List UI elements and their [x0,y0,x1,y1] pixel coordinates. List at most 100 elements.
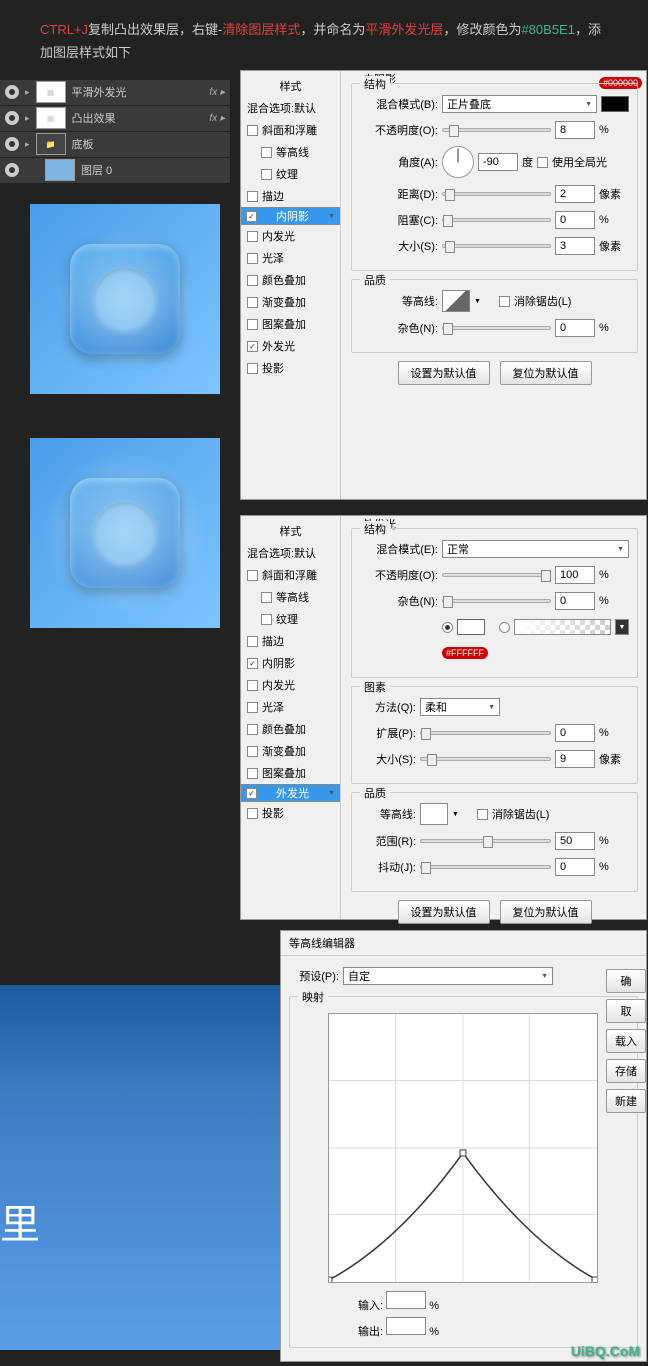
noise-slider[interactable] [442,326,551,330]
color-radio[interactable] [442,622,453,633]
blend-select[interactable]: 正片叠底 [442,95,597,113]
spread-input[interactable]: 0 [555,724,595,742]
visibility-icon[interactable] [5,111,19,125]
btn-save[interactable]: 存储 [606,1059,646,1083]
noise-input[interactable]: 0 [555,592,595,610]
antialias-checkbox[interactable] [499,296,510,307]
opacity-input[interactable]: 8 [555,121,595,139]
layer-row[interactable]: ▸ ▦ 凸出效果 fx ▸ [0,106,230,132]
antialias-checkbox[interactable] [477,809,488,820]
layer-row[interactable]: ▸ 📁 底板 [0,132,230,158]
btn-cancel[interactable]: 取 [606,999,646,1023]
btn-load[interactable]: 载入 [606,1029,646,1053]
group-quality: 品质 [360,785,390,801]
opacity-slider[interactable] [442,128,551,132]
choke-input[interactable]: 0 [555,211,595,229]
size-input[interactable]: 3 [555,237,595,255]
method-select[interactable]: 柔和 [420,698,500,716]
style-texture[interactable]: 纹理 [241,163,340,185]
contour-editor-dialog: 等高线编辑器 预设(P):自定 映射 输入: % 输出: % 确 取 载入 [280,930,647,1362]
expand-icon[interactable]: ▸ [25,139,30,150]
angle-dial[interactable] [442,146,474,178]
gradient-dropdown[interactable] [615,619,629,635]
style-outer-glow[interactable]: 外发光 [241,335,340,357]
global-light-checkbox[interactable] [537,157,548,168]
contour-picker[interactable] [420,803,448,825]
range-slider[interactable] [420,839,551,843]
layer-row[interactable]: 图层 0 [0,158,230,184]
style-inner-shadow[interactable]: 内阴影 [241,207,340,225]
style-gradient-overlay[interactable]: 渐变叠加 [241,291,340,313]
gradient-picker[interactable] [514,619,611,635]
style-inner-glow[interactable]: 内发光 [241,674,340,696]
color-swatch[interactable] [457,619,485,635]
preset-select[interactable]: 自定 [343,967,553,985]
contour-label: 等高线: [360,293,438,309]
btn-new[interactable]: 新建 [606,1089,646,1113]
style-bevel[interactable]: 斜面和浮雕 [241,564,340,586]
output-value[interactable] [386,1317,426,1335]
style-texture[interactable]: 纹理 [241,608,340,630]
style-blend-options[interactable]: 混合选项:默认 [241,97,340,119]
inner-shadow-panel: 内阴影 结构 混合模式(B):正片叠底 不透明度(O):8% 角度(A):-90… [347,71,646,393]
style-gradient-overlay[interactable]: 渐变叠加 [241,740,340,762]
style-contour[interactable]: 等高线 [241,141,340,163]
layer-name: 图层 0 [81,162,112,178]
jitter-label: 抖动(J): [360,859,416,875]
layer-thumb: ▦ [36,81,66,103]
style-stroke[interactable]: 描边 [241,185,340,207]
btn-make-default[interactable]: 设置为默认值 [398,361,490,385]
style-drop-shadow[interactable]: 投影 [241,802,340,824]
color-swatch[interactable] [601,96,629,112]
style-satin[interactable]: 光泽 [241,247,340,269]
style-inner-glow[interactable]: 内发光 [241,225,340,247]
visibility-icon[interactable] [5,137,19,151]
visibility-icon[interactable] [5,85,19,99]
style-drop-shadow[interactable]: 投影 [241,357,340,379]
btn-reset-default[interactable]: 复位为默认值 [500,361,592,385]
style-inner-shadow[interactable]: 内阴影 [241,652,340,674]
expand-icon[interactable]: ▸ [25,113,30,124]
noise-input[interactable]: 0 [555,319,595,337]
size-label: 大小(S): [360,238,438,254]
style-color-overlay[interactable]: 颜色叠加 [241,269,340,291]
noise-slider[interactable] [442,599,551,603]
contour-picker[interactable] [442,290,470,312]
angle-input[interactable]: -90 [478,153,518,171]
fx-indicator[interactable]: fx ▸ [209,87,225,98]
fx-indicator[interactable]: fx ▸ [209,113,225,124]
blend-select[interactable]: 正常 [442,540,629,558]
distance-slider[interactable] [442,192,551,196]
btn-reset-default[interactable]: 复位为默认值 [500,900,592,924]
style-satin[interactable]: 光泽 [241,696,340,718]
style-bevel[interactable]: 斜面和浮雕 [241,119,340,141]
jitter-input[interactable]: 0 [555,858,595,876]
visibility-icon[interactable] [5,163,19,177]
style-blend-options[interactable]: 混合选项:默认 [241,542,340,564]
opacity-input[interactable]: 100 [555,566,595,584]
preset-label: 预设(P): [289,968,339,984]
style-color-overlay[interactable]: 颜色叠加 [241,718,340,740]
layer-row[interactable]: ▸ ▦ 平滑外发光 fx ▸ [0,80,230,106]
size-slider[interactable] [420,757,551,761]
style-stroke[interactable]: 描边 [241,630,340,652]
spread-slider[interactable] [420,731,551,735]
expand-icon[interactable]: ▸ [25,87,30,98]
input-value[interactable] [386,1291,426,1309]
size-slider[interactable] [442,244,551,248]
btn-ok[interactable]: 确 [606,969,646,993]
style-contour[interactable]: 等高线 [241,586,340,608]
jitter-slider[interactable] [420,865,551,869]
style-pattern-overlay[interactable]: 图案叠加 [241,762,340,784]
opacity-slider[interactable] [442,573,551,577]
style-pattern-overlay[interactable]: 图案叠加 [241,313,340,335]
layer-thumb: ▦ [36,107,66,129]
btn-make-default[interactable]: 设置为默认值 [398,900,490,924]
gradient-radio[interactable] [499,622,510,633]
style-outer-glow[interactable]: 外发光 [241,784,340,802]
distance-input[interactable]: 2 [555,185,595,203]
choke-slider[interactable] [442,218,551,222]
curve-editor[interactable] [328,1013,598,1283]
range-input[interactable]: 50 [555,832,595,850]
size-input[interactable]: 9 [555,750,595,768]
